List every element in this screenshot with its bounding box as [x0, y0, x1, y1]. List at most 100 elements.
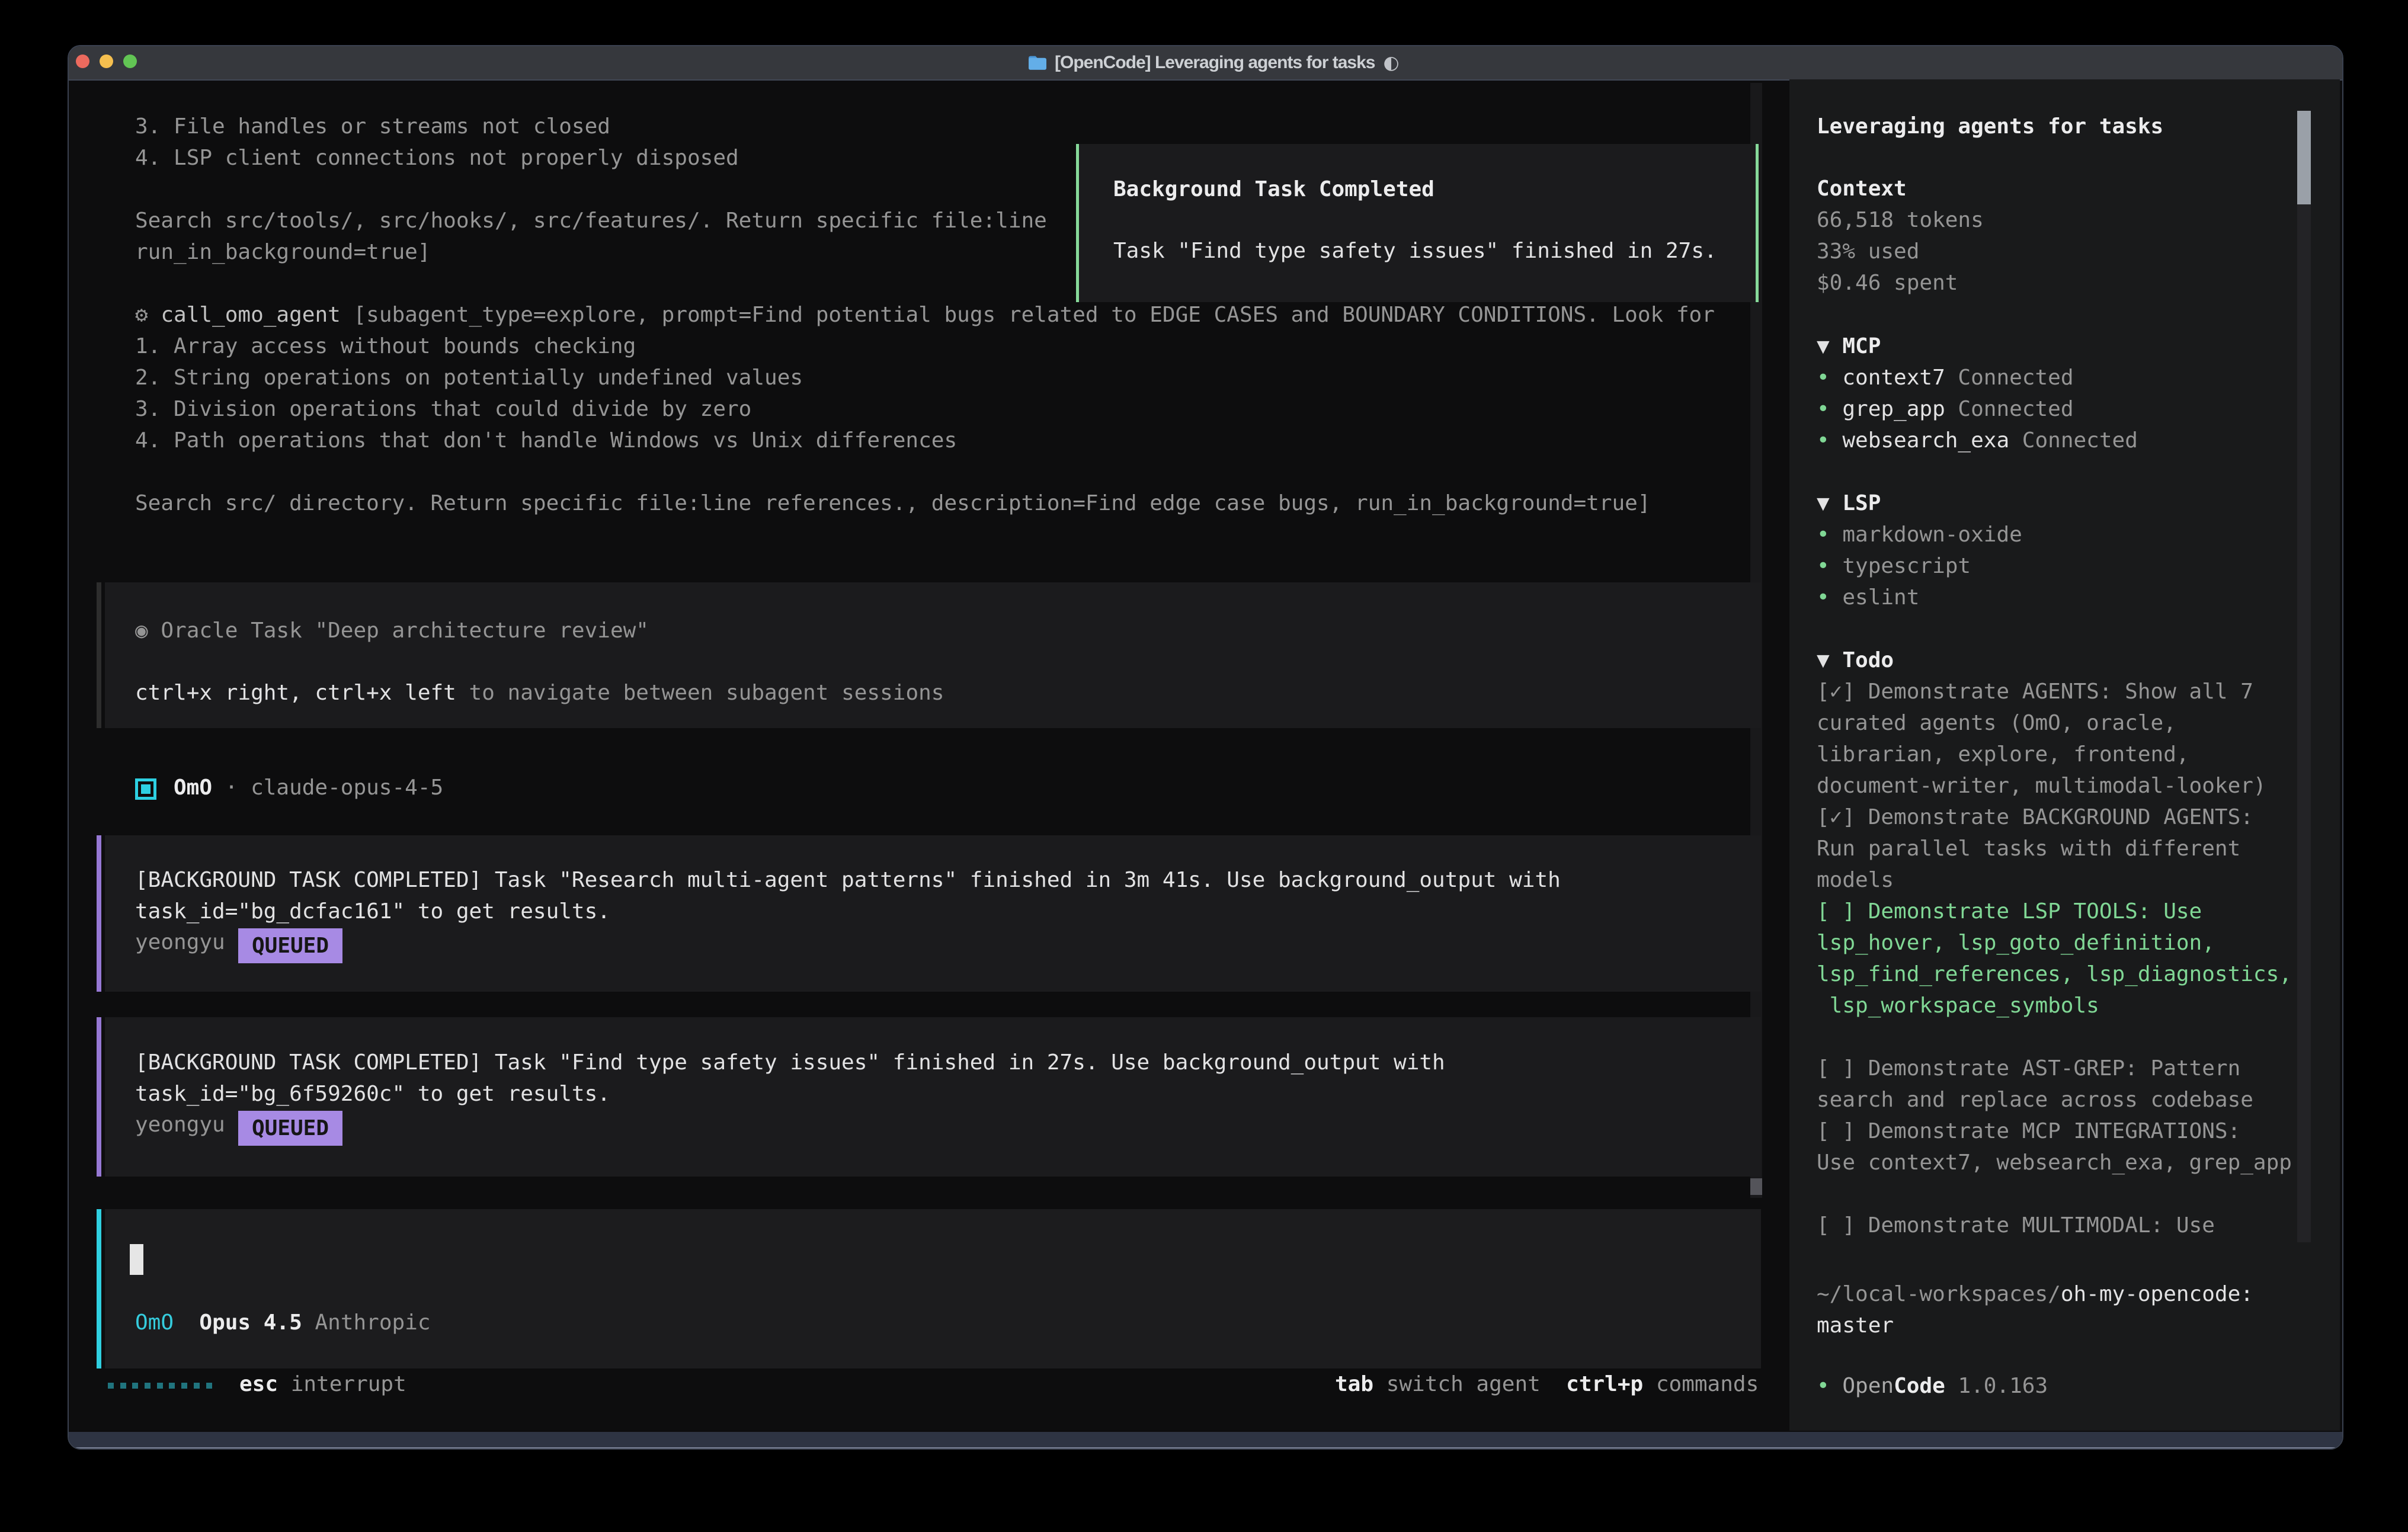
text-segment: •: [1817, 554, 1842, 578]
activity-dots: [108, 1383, 218, 1389]
oracle-task-title: ◉ Oracle Task "Deep architecture review": [135, 615, 649, 646]
text-line: Context: [1817, 173, 1984, 204]
text-line: 33% used: [1817, 236, 1984, 267]
text-line: Use context7, websearch_exa, grep_app: [1817, 1147, 2292, 1178]
text-cursor: [130, 1244, 143, 1275]
activity-dot: [108, 1383, 114, 1389]
text-line: master: [1817, 1310, 2253, 1341]
text-segment: eslint: [1842, 585, 1919, 610]
text-line: 3. File handles or streams not closed: [135, 111, 1715, 142]
text-segment: MCP: [1842, 334, 1881, 358]
text-segment: models: [1817, 868, 1894, 892]
task-message-typesafety: [BACKGROUND TASK COMPLETED] Task "Find t…: [97, 1017, 1761, 1177]
background-task-notification: Background Task Completed Task "Find typ…: [1076, 144, 1759, 302]
oracle-task-hint: ctrl+x right, ctrl+x left to navigate be…: [135, 677, 944, 709]
input-border: [97, 1209, 101, 1368]
text-line: • grep_app Connected: [1817, 393, 2138, 425]
text-segment: Opus 4.5: [199, 1310, 302, 1335]
sidebar-scrollbar-thumb[interactable]: [2297, 111, 2311, 204]
text-segment: grep_app: [1842, 397, 1945, 421]
text-segment: Todo: [1842, 648, 1894, 672]
text-segment: 4. Path operations that don't handle Win…: [135, 428, 957, 453]
text-segment: [ ] Demonstrate MULTIMODAL: Use: [1817, 1213, 2215, 1238]
text-line: [ ] Demonstrate MULTIMODAL: Use: [1817, 1210, 2292, 1241]
text-segment: markdown-oxide: [1842, 523, 2022, 547]
text-line: document-writer, multimodal-looker): [1817, 770, 2292, 802]
text-line: lsp_hover, lsp_goto_definition,: [1817, 927, 2292, 959]
chat-scrollbar-thumb[interactable]: [1750, 1178, 1762, 1195]
text-segment: •: [1817, 585, 1842, 610]
text-segment: websearch_exa: [1842, 428, 2009, 453]
text-segment: oh-my-opencode:: [2061, 1282, 2253, 1306]
text-segment: [ ] Demonstrate MCP INTEGRATIONS:: [1817, 1119, 2240, 1143]
folder-icon: [1028, 55, 1046, 70]
text-segment: Oracle Task "Deep architecture review": [161, 618, 649, 643]
status-badge-queued: QUEUED: [238, 928, 342, 963]
text-segment: run_in_background=true]: [135, 240, 431, 264]
window-title: [OpenCode] Leveraging agents for tasks: [1055, 46, 1375, 79]
text-segment: ◉: [135, 618, 161, 643]
sidebar-todo-section[interactable]: ▼ Todo [✓] Demonstrate AGENTS: Show all 7…: [1817, 645, 2292, 1241]
text-segment: claude-opus-4-5: [251, 775, 443, 800]
desktop: [OpenCode] Leveraging agents for tasks ◐…: [0, 0, 2408, 1532]
oracle-task-message: ◉ Oracle Task "Deep architecture review"…: [97, 582, 1761, 728]
text-segment: 1. Array access without bounds checking: [135, 334, 636, 358]
text-segment: tab: [1335, 1372, 1373, 1396]
text-segment: librarian, explore, frontend,: [1817, 742, 2189, 767]
window-bottom-edge: [69, 1432, 2342, 1448]
text-segment: •: [1817, 523, 1842, 547]
activity-dot: [194, 1383, 200, 1389]
zoom-button[interactable]: [123, 55, 137, 68]
text-line: [ ] Demonstrate AST-GREP: Pattern: [1817, 1053, 2292, 1084]
text-line: curated agents (OmO, oracle,: [1817, 707, 2292, 739]
text-line: [135, 456, 1715, 488]
text-line: librarian, explore, frontend,: [1817, 739, 2292, 770]
text-segment: ▼: [1817, 334, 1842, 358]
close-button[interactable]: [76, 55, 89, 68]
agent-header: OmO · claude-opus-4-5: [174, 772, 443, 803]
input-agent-line: OmO Opus 4.5 Anthropic: [135, 1307, 431, 1338]
text-line: • markdown-oxide: [1817, 519, 2022, 550]
text-line: 2. String operations on potentially unde…: [135, 362, 1715, 393]
text-segment: lsp_find_references, lsp_diagnostics,: [1817, 962, 2292, 986]
activity-dot: [157, 1383, 163, 1389]
minimize-button[interactable]: [100, 55, 113, 68]
text-line: [1817, 1021, 2292, 1053]
text-segment: esc: [239, 1372, 278, 1396]
task-user: yeongyu: [135, 1109, 225, 1140]
text-segment: $0.46 spent: [1817, 271, 1958, 295]
text-segment: 4. LSP client connections not properly d…: [135, 146, 739, 170]
text-line: models: [1817, 864, 2292, 896]
text-segment: document-writer, multimodal-looker): [1817, 774, 2266, 798]
activity-dot: [206, 1383, 212, 1389]
activity-dot: [169, 1383, 175, 1389]
text-segment: [302, 1310, 315, 1335]
text-segment: Code: [1894, 1374, 1945, 1398]
sidebar-scrollbar-track[interactable]: [2297, 111, 2311, 1242]
text-line: [1817, 1178, 2292, 1210]
text-segment: [✓] Demonstrate BACKGROUND AGENTS:: [1817, 805, 2253, 829]
prompt-input[interactable]: OmO Opus 4.5 Anthropic: [97, 1209, 1761, 1368]
text-segment: 33% used: [1817, 239, 1919, 264]
text-segment: call_omo_agent: [161, 303, 340, 327]
text-segment: [✓] Demonstrate AGENTS: Show all 7: [1817, 680, 2253, 704]
sidebar-mcp-section[interactable]: ▼ MCP• context7 Connected• grep_app Conn…: [1817, 331, 2138, 456]
statusbar-left: esc interrupt: [239, 1368, 406, 1400]
task-block-border: [97, 835, 101, 992]
task-message-line2: task_id="bg_dcfac161" to get results.: [135, 896, 610, 927]
text-line: ▼ Todo: [1817, 645, 2292, 676]
activity-dot: [145, 1383, 150, 1389]
task-message-line1: [BACKGROUND TASK COMPLETED] Task "Find t…: [135, 1047, 1445, 1078]
text-line: lsp_find_references, lsp_diagnostics,: [1817, 959, 2292, 990]
text-line: 66,518 tokens: [1817, 204, 1984, 236]
text-line: • websearch_exa Connected: [1817, 425, 2138, 456]
status-badge-queued: QUEUED: [238, 1111, 342, 1146]
sidebar-lsp-section[interactable]: ▼ LSP• markdown-oxide• typescript• eslin…: [1817, 488, 2022, 613]
text-segment: ▼: [1817, 491, 1842, 515]
text-line: [ ] Demonstrate LSP TOOLS: Use: [1817, 896, 2292, 927]
text-segment: typescript: [1842, 554, 1971, 578]
text-line: Run parallel tasks with different: [1817, 833, 2292, 864]
text-line: [✓] Demonstrate BACKGROUND AGENTS:: [1817, 802, 2292, 833]
text-segment: search and replace across codebase: [1817, 1088, 2253, 1112]
text-segment: 66,518 tokens: [1817, 208, 1984, 232]
